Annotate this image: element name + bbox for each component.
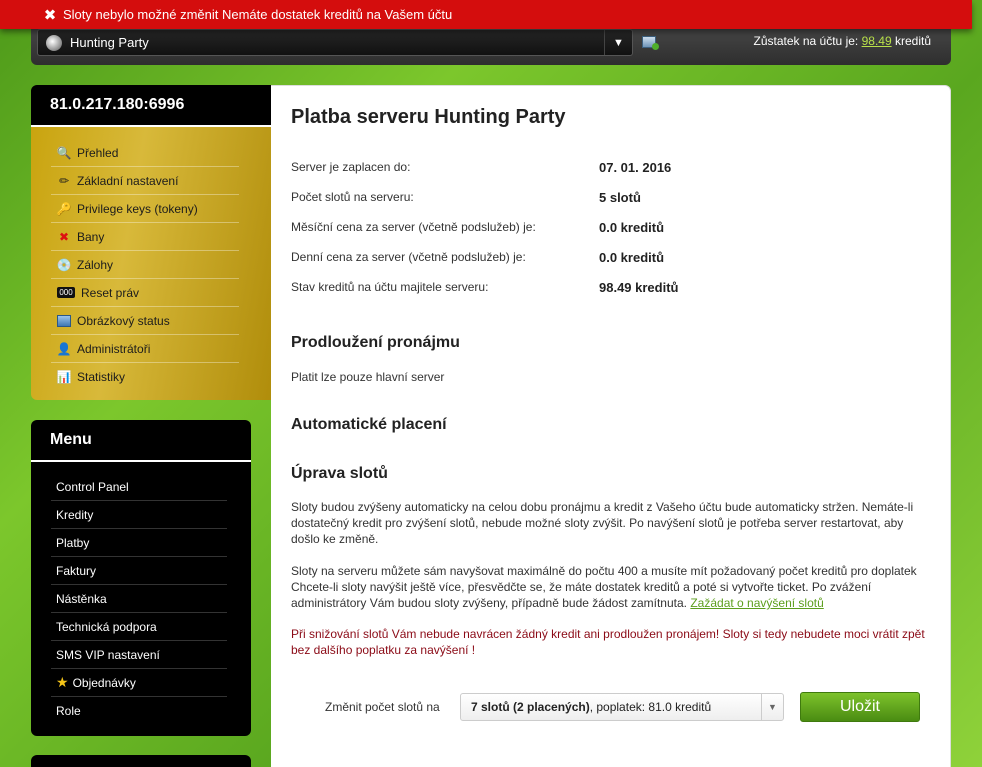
menu-item-credits[interactable]: Kredity (51, 501, 227, 529)
menu-item-payments[interactable]: Platby (51, 529, 227, 557)
request-slots-link[interactable]: Zažádat o navýšení slotů (690, 596, 823, 610)
change-slots-label: Změnit počet slotů na (325, 700, 440, 714)
balance-value-link[interactable]: 98.49 (862, 34, 892, 48)
info-row: Měsíční cena za server (včetně podslužeb… (291, 212, 930, 242)
balance-label: Zůstatek na účtu je: (753, 34, 859, 48)
info-row: Server je zaplacen do: 07. 01. 2016 (291, 152, 930, 182)
payment-info: Server je zaplacen do: 07. 01. 2016 Poče… (291, 152, 930, 302)
disc-icon: 💿 (56, 257, 72, 272)
menu-item-board[interactable]: Nástěnka (51, 585, 227, 613)
slots-select-value: 7 slotů (2 placených) (471, 700, 590, 714)
chevron-down-icon[interactable]: ▼ (761, 694, 783, 720)
sidebar-item-overview[interactable]: 🔍 Přehled (51, 139, 239, 167)
sidebar-item-image-status[interactable]: Obrázkový status (51, 307, 239, 335)
server-address: 81.0.217.180:6996 (31, 85, 271, 127)
info-value: 0.0 kreditů (599, 249, 665, 265)
menu-item-label: Objednávky (72, 675, 136, 690)
red-x-icon: ✖ (58, 229, 70, 244)
change-slots-form: Změnit počet slotů na 7 slotů (2 placený… (325, 692, 920, 722)
menu-item-support[interactable]: Technická podpora (51, 613, 227, 641)
slots-heading: Úprava slotů (291, 465, 388, 482)
page-title: Platba serveru Hunting Party (291, 106, 566, 128)
chart-icon: 📊 (56, 370, 72, 384)
info-key: Počet slotů na serveru: (291, 190, 414, 204)
chevron-down-icon[interactable]: ▼ (604, 30, 632, 55)
star-icon: ★ (56, 674, 69, 690)
error-message: Sloty nebylo možné změnit Nemáte dostate… (63, 7, 453, 22)
server-sidebar: 81.0.217.180:6996 🔍 Přehled ✏ Základní n… (31, 85, 271, 400)
info-key: Stav kreditů na účtu majitele serveru: (291, 280, 489, 294)
error-banner: ✖ Sloty nebylo možné změnit Nemáte dosta… (0, 0, 972, 29)
menu-item-sms-vip[interactable]: SMS VIP nastavení (51, 641, 227, 669)
sidebar-item-privilege-keys[interactable]: 🔑 Privilege keys (tokeny) (51, 195, 239, 223)
info-row: Denní cena za server (včetně podslužeb) … (291, 242, 930, 272)
sidebar-item-label: Zálohy (77, 257, 114, 272)
sidebar-item-label: Privilege keys (tokeny) (77, 201, 198, 216)
sidebar-item-label: Bany (77, 229, 105, 244)
slots-warning: Při snižování slotů Vám nebude navrácen … (291, 627, 925, 657)
image-icon (57, 314, 71, 327)
server-select-value: Hunting Party (70, 35, 149, 50)
key-icon: 🔑 (56, 201, 72, 216)
info-value: 5 slotů (599, 189, 641, 205)
slots-description-2: Sloty na serveru můžete sám navyšovat ma… (291, 563, 930, 611)
sidebar-item-administrators[interactable]: 👤 Administrátoři (51, 335, 239, 363)
info-value: 98.49 kreditů (599, 279, 679, 295)
menu-item-control-panel[interactable]: Control Panel (51, 473, 227, 501)
menu-items: Control Panel Kredity Platby Faktury Nás… (31, 462, 251, 725)
teamspeak-icon (46, 34, 62, 51)
slots-select[interactable]: 7 slotů (2 placených), poplatek: 81.0 kr… (460, 693, 784, 721)
sidebar-item-label: Reset práv (81, 285, 140, 300)
sidebar-item-bans[interactable]: ✖ Bany (51, 223, 239, 251)
menu-item-orders[interactable]: ★ Objednávky (51, 669, 227, 697)
sidebar-item-label: Základní nastavení (77, 173, 179, 188)
pencil-icon: ✏ (58, 173, 70, 188)
menu-item-invoices[interactable]: Faktury (51, 557, 227, 585)
extension-text: Platit lze pouze hlavní server (291, 370, 445, 384)
slots-select-fee: , poplatek: 81.0 kreditů (589, 700, 712, 714)
server-select[interactable]: Hunting Party ▼ (37, 29, 633, 56)
menu-item-role[interactable]: Role (51, 697, 227, 725)
open-server-icon[interactable] (642, 36, 659, 50)
info-key: Měsíční cena za server (včetně podslužeb… (291, 220, 536, 234)
sidebar-item-statistics[interactable]: 📊 Statistiky (51, 363, 239, 391)
sidebar-bottom-box (31, 755, 251, 767)
info-key: Denní cena za server (včetně podslužeb) … (291, 250, 526, 264)
sidebar-item-label: Přehled (77, 145, 119, 160)
sidebar-item-basic-settings[interactable]: ✏ Základní nastavení (51, 167, 239, 195)
info-value: 0.0 kreditů (599, 219, 665, 235)
extension-heading: Prodloužení pronájmu (291, 334, 460, 351)
info-value: 07. 01. 2016 (599, 159, 672, 175)
sidebar-item-label: Administrátoři (77, 341, 151, 356)
admin-icon: 👤 (56, 341, 72, 356)
info-row: Počet slotů na serveru: 5 slotů (291, 182, 930, 212)
slots-description: Sloty budou zvýšeny automaticky na celou… (291, 500, 914, 546)
close-icon[interactable]: ✖ (43, 6, 57, 24)
sidebar-item-label: Statistiky (77, 370, 126, 384)
auto-payment-heading: Automatické placení (291, 416, 447, 433)
sidebar-item-reset-permissions[interactable]: 000 Reset práv (51, 279, 239, 307)
menu-title: Menu (31, 420, 251, 462)
counter-icon: 000 (57, 287, 75, 298)
main-content: Platba serveru Hunting Party Server je z… (271, 85, 951, 767)
info-row: Stav kreditů na účtu majitele serveru: 9… (291, 272, 930, 302)
magnifier-icon: 🔍 (56, 145, 72, 160)
account-balance: Zůstatek na účtu je: 98.49 kreditů (754, 34, 931, 48)
info-key: Server je zaplacen do: (291, 160, 411, 174)
main-menu: Menu Control Panel Kredity Platby Faktur… (31, 420, 251, 736)
sidebar-item-backups[interactable]: 💿 Zálohy (51, 251, 239, 279)
save-button[interactable]: Uložit (800, 692, 920, 722)
server-nav: 🔍 Přehled ✏ Základní nastavení 🔑 Privile… (31, 127, 271, 400)
sidebar-item-label: Obrázkový status (77, 313, 170, 328)
balance-unit: kreditů (894, 34, 931, 48)
